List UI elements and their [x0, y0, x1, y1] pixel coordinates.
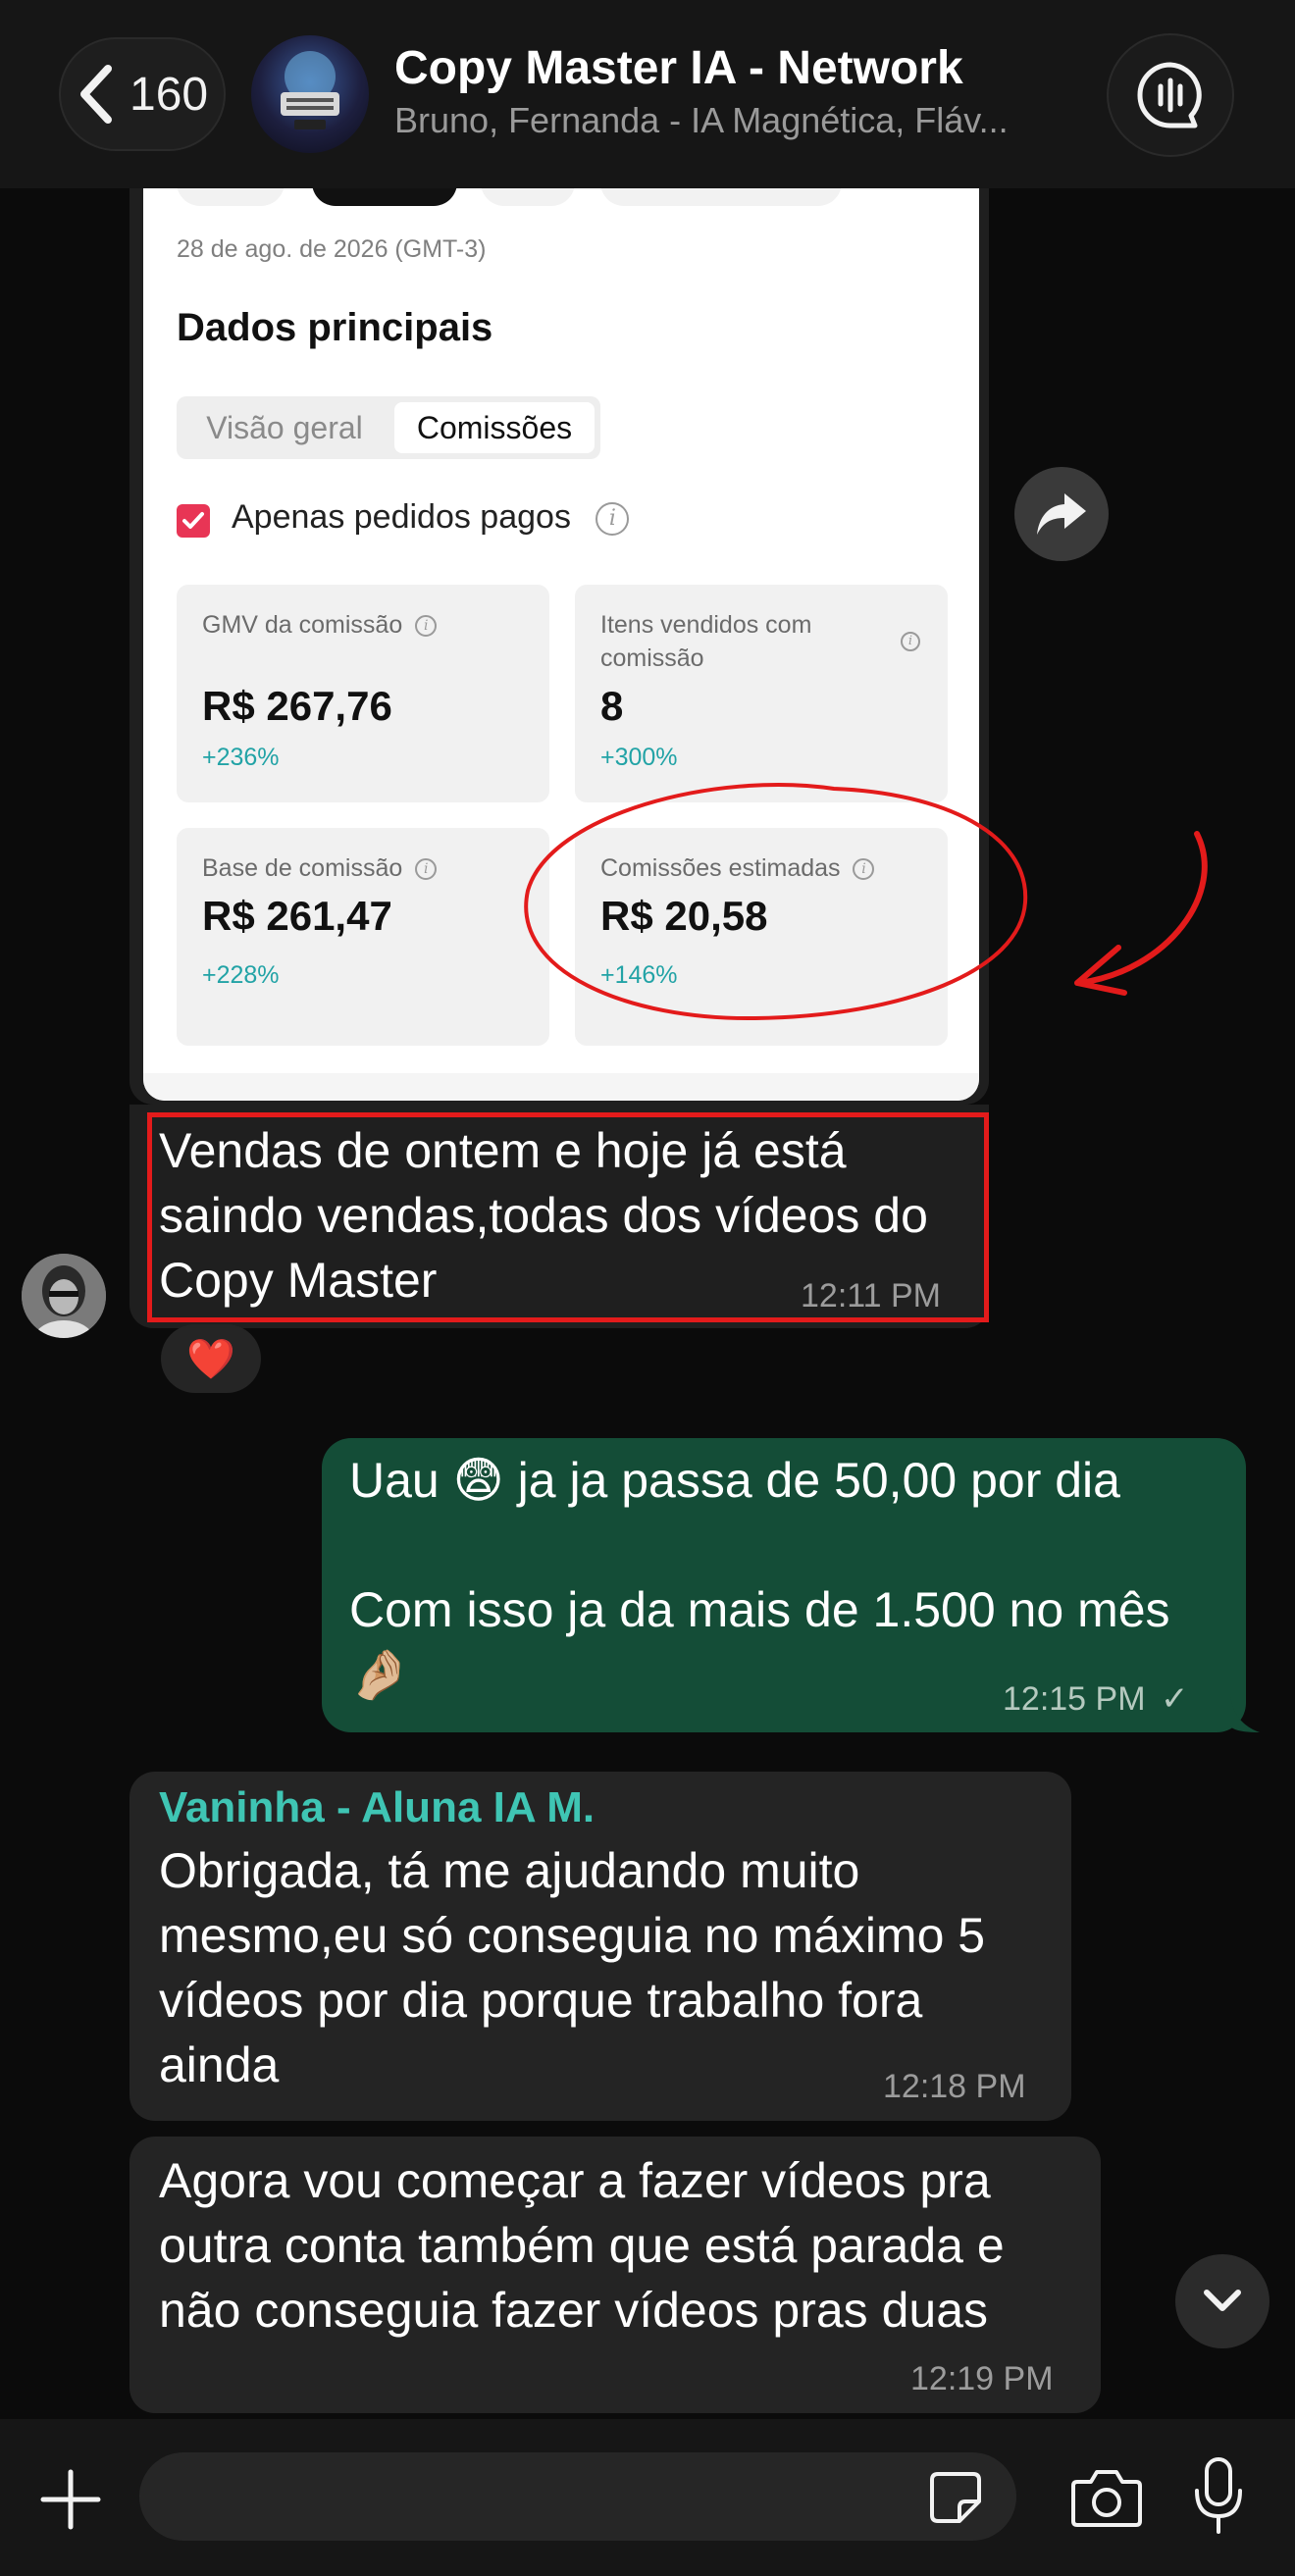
attach-button[interactable] [29, 2458, 112, 2541]
sticker-icon [930, 2472, 981, 2523]
camera-button[interactable] [1065, 2460, 1148, 2535]
tab-commissions: Comissões [394, 402, 595, 453]
metric-delta: +300% [600, 744, 678, 771]
metric-tile: Base de comissão i R$ 261,47 +228% [177, 828, 549, 1046]
section-title: Dados principais [177, 306, 493, 349]
group-avatar[interactable] [251, 35, 369, 153]
audio-call-icon [1137, 62, 1202, 129]
heart-icon: ❤️ [186, 1337, 235, 1381]
info-icon: i [596, 502, 630, 537]
message-time: 12:15 PM ✓ [1003, 1680, 1189, 1718]
tab-overview: Visão geral [206, 410, 363, 445]
back-button[interactable]: 160 [59, 37, 226, 151]
check-icon [182, 512, 204, 529]
scroll-to-bottom-button[interactable] [1175, 2254, 1269, 2348]
message-text: Obrigada, tá me ajudando muito mesmo,eu … [159, 1843, 986, 2092]
message-time: 12:19 PM [910, 2360, 1054, 2397]
forward-button[interactable] [1014, 467, 1109, 561]
paid-orders-label: Apenas pedidos pagos i [232, 498, 630, 537]
metric-delta: +228% [202, 961, 280, 989]
unread-count: 160 [130, 68, 209, 121]
message-input[interactable] [139, 2452, 1016, 2541]
metric-label: GMV da comissão [202, 611, 403, 639]
sender-name[interactable]: Vaninha - Aluna IA M. [159, 1783, 595, 1832]
group-members[interactable]: Bruno, Fernanda - IA Magnética, Fláv... [394, 100, 1071, 141]
metric-value: 8 [600, 683, 624, 729]
chevron-down-icon [1204, 2290, 1241, 2311]
bubble-tail [1230, 1697, 1260, 1732]
group-title[interactable]: Copy Master IA - Network [394, 41, 963, 95]
metric-label: Base de comissão [202, 854, 403, 882]
metric-tile: Itens vendidos com comissão i 8 +300% [575, 585, 948, 802]
chevron-left-icon [80, 65, 112, 124]
plus-icon [40, 2469, 101, 2530]
message-text: Agora vou começar a fazer vídeos pra out… [159, 2153, 1005, 2338]
message-text: Uau 😨 ja ja passa de 50,00 por dia Com i… [349, 1453, 1170, 1702]
heart-reaction[interactable]: ❤️ [161, 1324, 261, 1393]
info-icon: i [415, 615, 438, 638]
highlight-ellipse [524, 782, 1028, 1021]
sticker-button[interactable] [926, 2468, 985, 2527]
info-icon: i [415, 858, 438, 881]
report-date: 28 de ago. de 2026 (GMT-3) [177, 235, 487, 263]
metric-value: R$ 267,76 [202, 683, 392, 729]
microphone-button[interactable] [1187, 2452, 1250, 2541]
metric-delta: +236% [202, 744, 280, 771]
arrow-icon [1076, 831, 1208, 986]
info-icon: i [901, 632, 920, 651]
paid-orders-checkbox [177, 504, 210, 538]
metric-tile: GMV da comissão i R$ 267,76 +236% [177, 585, 549, 802]
avatar[interactable] [22, 1254, 106, 1338]
audio-call-button[interactable] [1107, 33, 1234, 157]
forward-icon [1037, 493, 1086, 535]
sent-check-icon: ✓ [1160, 1680, 1189, 1718]
metric-label: Itens vendidos com comissão [600, 611, 812, 672]
highlight-box [147, 1112, 989, 1322]
typewriter-logo-icon [281, 51, 339, 129]
message-time: 12:18 PM [883, 2068, 1026, 2105]
camera-icon [1071, 2470, 1142, 2527]
microphone-icon [1195, 2457, 1242, 2534]
metric-value: R$ 261,47 [202, 893, 392, 939]
annotation-overlay [524, 782, 1208, 1021]
tab-switcher: Visão geral Comissões [177, 396, 600, 459]
